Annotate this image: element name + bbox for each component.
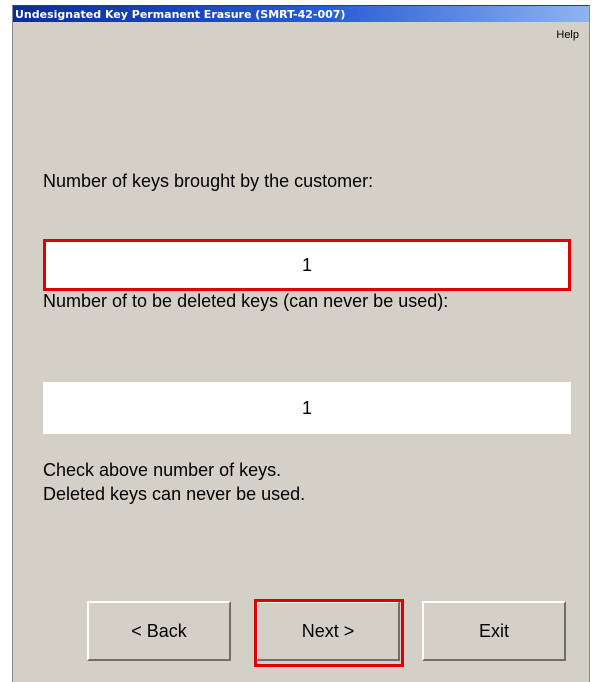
next-button[interactable]: Next >	[256, 601, 400, 661]
keys-deleted-value: 1	[301, 397, 312, 418]
keys-brought-field[interactable]: 1	[43, 239, 571, 291]
exit-button[interactable]: Exit	[422, 601, 566, 661]
keys-deleted-label: Number of to be deleted keys (can never …	[43, 291, 449, 311]
keys-deleted-field[interactable]: 1	[43, 382, 571, 434]
back-button[interactable]: < Back	[87, 601, 231, 661]
keys-brought-label: Number of keys brought by the customer:	[43, 171, 374, 191]
window-title: Undesignated Key Permanent Erasure (SMRT…	[15, 8, 346, 21]
menu-help[interactable]: Help	[556, 29, 579, 41]
check-message-line-2: Deleted keys can never be used.	[43, 484, 306, 504]
title-bar[interactable]: Undesignated Key Permanent Erasure (SMRT…	[13, 6, 589, 22]
check-message: Check above number of keys. Deleted keys…	[43, 458, 305, 506]
keys-brought-value: 1	[301, 254, 312, 275]
check-message-line-1: Check above number of keys.	[43, 460, 282, 480]
app-window: Undesignated Key Permanent Erasure (SMRT…	[12, 5, 590, 682]
